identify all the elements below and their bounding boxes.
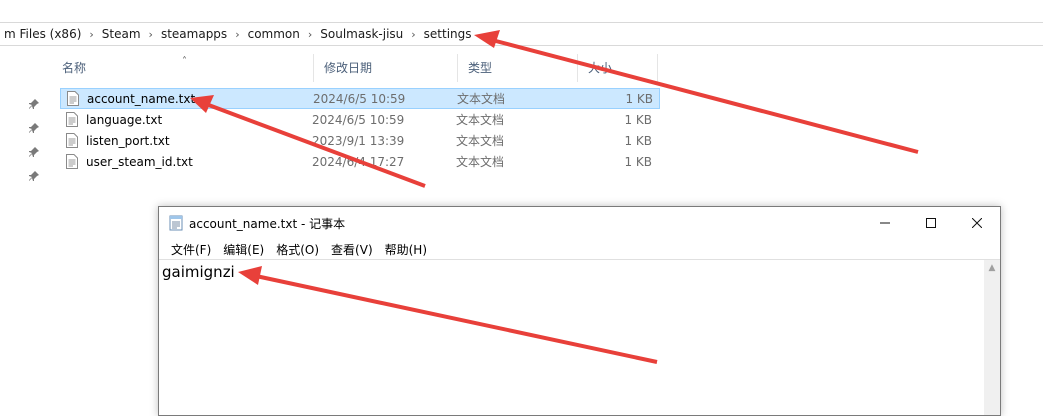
pin-icon[interactable] xyxy=(26,122,42,138)
column-header-label: 类型 xyxy=(468,61,493,75)
sort-up-icon: ˄ xyxy=(182,56,187,67)
file-type: 文本文档 xyxy=(456,113,505,127)
file-type: 文本文档 xyxy=(456,134,505,148)
menu-format[interactable]: 格式(O) xyxy=(270,241,325,258)
file-size: 1 KB xyxy=(624,154,652,169)
column-header-date[interactable]: 修改日期 xyxy=(314,54,458,82)
minimize-icon xyxy=(880,222,890,224)
column-header-label: 名称 xyxy=(62,61,87,75)
file-list: account_name.txt 2024/6/5 10:59 文本文档 1 K… xyxy=(60,88,660,172)
window-title: account_name.txt - 记事本 xyxy=(189,216,346,231)
file-size: 1 KB xyxy=(624,112,652,127)
pin-icon[interactable] xyxy=(26,170,42,186)
file-type: 文本文档 xyxy=(456,155,505,169)
chevron-right-icon[interactable]: › xyxy=(85,28,97,41)
breadcrumb-item[interactable]: settings xyxy=(420,27,476,41)
file-row[interactable]: user_steam_id.txt 2024/6/4 17:27 文本文档 1 … xyxy=(60,151,660,172)
column-header-size[interactable]: 大小 xyxy=(578,54,658,82)
close-button[interactable] xyxy=(954,207,1000,239)
menu-file[interactable]: 文件(F) xyxy=(165,241,217,258)
menu-view[interactable]: 查看(V) xyxy=(325,241,379,258)
notepad-window: account_name.txt - 记事本 文件(F) 编辑(E) 格式(O)… xyxy=(158,206,1001,416)
column-header-label: 大小 xyxy=(588,61,613,75)
text-file-icon xyxy=(66,133,78,148)
file-size: 1 KB xyxy=(625,91,653,106)
file-type: 文本文档 xyxy=(457,92,506,106)
text-file-icon xyxy=(66,112,78,127)
file-row[interactable]: account_name.txt 2024/6/5 10:59 文本文档 1 K… xyxy=(60,88,660,109)
breadcrumb: m Files (x86) › Steam › steamapps › comm… xyxy=(0,23,476,45)
maximize-button[interactable] xyxy=(908,207,954,239)
quick-access-pins xyxy=(26,98,42,194)
file-date: 2023/9/1 13:39 xyxy=(312,133,405,148)
file-size: 1 KB xyxy=(624,133,652,148)
breadcrumb-item[interactable]: common xyxy=(244,27,304,41)
notepad-icon xyxy=(169,215,183,231)
pin-icon[interactable] xyxy=(26,146,42,162)
breadcrumb-item[interactable]: Steam xyxy=(98,27,145,41)
minimize-button[interactable] xyxy=(862,207,908,239)
column-header-row: ˄ 名称 修改日期 类型 大小 xyxy=(52,54,664,82)
file-name: user_steam_id.txt xyxy=(86,154,193,169)
chevron-right-icon[interactable]: › xyxy=(145,28,157,41)
address-bar[interactable]: m Files (x86) › Steam › steamapps › comm… xyxy=(0,22,1043,46)
maximize-icon xyxy=(926,218,936,228)
file-row[interactable]: listen_port.txt 2023/9/1 13:39 文本文档 1 KB xyxy=(60,130,660,151)
file-date: 2024/6/4 17:27 xyxy=(312,154,405,169)
file-name: listen_port.txt xyxy=(86,133,170,148)
file-row[interactable]: language.txt 2024/6/5 10:59 文本文档 1 KB xyxy=(60,109,660,130)
notepad-titlebar[interactable]: account_name.txt - 记事本 xyxy=(159,207,1000,239)
text-editor-area[interactable]: gaimignzi ▲ xyxy=(159,259,1000,415)
chevron-right-icon[interactable]: › xyxy=(231,28,243,41)
close-icon xyxy=(972,218,982,228)
chevron-right-icon[interactable]: › xyxy=(304,28,316,41)
column-header-type[interactable]: 类型 xyxy=(458,54,578,82)
file-date: 2024/6/5 10:59 xyxy=(313,91,406,106)
vertical-scrollbar[interactable]: ▲ xyxy=(984,260,1000,415)
file-date: 2024/6/5 10:59 xyxy=(312,112,405,127)
text-file-icon xyxy=(66,154,78,169)
menu-help[interactable]: 帮助(H) xyxy=(379,241,433,258)
chevron-right-icon[interactable]: › xyxy=(407,28,419,41)
pin-icon[interactable] xyxy=(26,98,42,114)
column-header-label: 修改日期 xyxy=(324,61,373,75)
text-file-icon xyxy=(67,91,79,106)
file-name: language.txt xyxy=(86,112,163,127)
breadcrumb-item[interactable]: m Files (x86) xyxy=(0,27,85,41)
scroll-up-icon[interactable]: ▲ xyxy=(984,260,1000,276)
column-header-name[interactable]: ˄ 名称 xyxy=(52,54,314,82)
document-text[interactable]: gaimignzi xyxy=(162,263,235,281)
breadcrumb-item[interactable]: Soulmask-jisu xyxy=(316,27,407,41)
menu-edit[interactable]: 编辑(E) xyxy=(217,241,270,258)
breadcrumb-item[interactable]: steamapps xyxy=(157,27,231,41)
menu-bar: 文件(F) 编辑(E) 格式(O) 查看(V) 帮助(H) xyxy=(159,239,1000,259)
file-name: account_name.txt xyxy=(87,91,196,106)
